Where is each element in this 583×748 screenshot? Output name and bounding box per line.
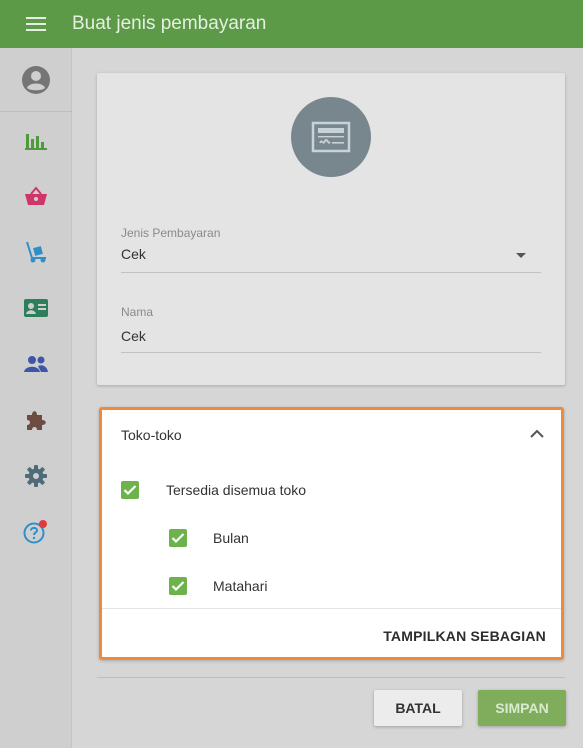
basket-icon: [25, 186, 47, 205]
store-row-bulan[interactable]: Bulan: [169, 527, 249, 549]
sidebar-item-reports[interactable]: [0, 116, 72, 164]
account-circle-icon: [22, 66, 50, 94]
app-bar: Buat jenis pembayaran: [0, 0, 583, 48]
checkmark-icon: [171, 581, 185, 592]
contact-card-icon: [24, 299, 48, 317]
payment-type-select[interactable]: Cek: [121, 246, 146, 262]
available-all-stores-checkbox[interactable]: [121, 481, 139, 499]
sidebar-item-account[interactable]: [0, 56, 72, 104]
sidebar-item-help[interactable]: [0, 508, 72, 556]
store-row-matahari[interactable]: Matahari: [169, 575, 267, 597]
help-icon: [23, 520, 47, 544]
hamburger-menu-icon: [26, 17, 46, 31]
store-label-bulan: Bulan: [213, 530, 249, 546]
people-icon: [24, 356, 48, 372]
name-label: Nama: [121, 305, 154, 319]
payment-type-label: Jenis Pembayaran: [121, 226, 221, 240]
checkmark-icon: [123, 485, 137, 496]
available-all-stores-row[interactable]: Tersedia disemua toko: [121, 479, 306, 501]
sidebar-item-integrations[interactable]: [0, 396, 72, 444]
check-document-icon: [311, 121, 351, 153]
chevron-up-icon[interactable]: [530, 429, 544, 439]
dropdown-arrow-icon[interactable]: [516, 253, 526, 258]
menu-button[interactable]: [0, 0, 72, 48]
cancel-button[interactable]: BATAL: [374, 690, 462, 726]
sidebar-item-employees[interactable]: [0, 284, 72, 332]
payment-type-underline: [121, 272, 541, 273]
name-input[interactable]: Cek: [121, 328, 146, 344]
sidebar-item-inventory[interactable]: [0, 228, 72, 276]
checkmark-icon: [171, 533, 185, 544]
store-label-matahari: Matahari: [213, 578, 268, 594]
name-underline: [121, 352, 541, 353]
gear-icon: [25, 465, 47, 487]
save-button[interactable]: SIMPAN: [478, 690, 566, 726]
available-all-stores-label: Tersedia disemua toko: [166, 482, 307, 498]
stores-card: Toko-toko Tersedia disemua toko Bulan Ma…: [99, 407, 564, 660]
stores-divider: [102, 608, 561, 609]
puzzle-icon: [27, 411, 46, 430]
sidebar-item-settings[interactable]: [0, 452, 72, 500]
payment-type-avatar: [291, 97, 371, 177]
hand-truck-icon: [26, 241, 46, 263]
show-some-button[interactable]: TAMPILKAN SEBAGIAN: [382, 624, 546, 648]
bar-chart-icon: [25, 134, 47, 150]
stores-header[interactable]: Toko-toko: [102, 410, 561, 462]
sidebar-divider: [0, 111, 72, 112]
stores-title: Toko-toko: [121, 427, 182, 443]
sidebar: [0, 48, 72, 748]
payment-type-card: Jenis Pembayaran Cek Nama Cek: [97, 73, 565, 385]
actions-divider: [97, 677, 565, 678]
store-checkbox-matahari[interactable]: [169, 577, 187, 595]
sidebar-item-sales[interactable]: [0, 172, 72, 220]
store-checkbox-bulan[interactable]: [169, 529, 187, 547]
sidebar-item-customers[interactable]: [0, 340, 72, 388]
page-title: Buat jenis pembayaran: [72, 13, 267, 34]
